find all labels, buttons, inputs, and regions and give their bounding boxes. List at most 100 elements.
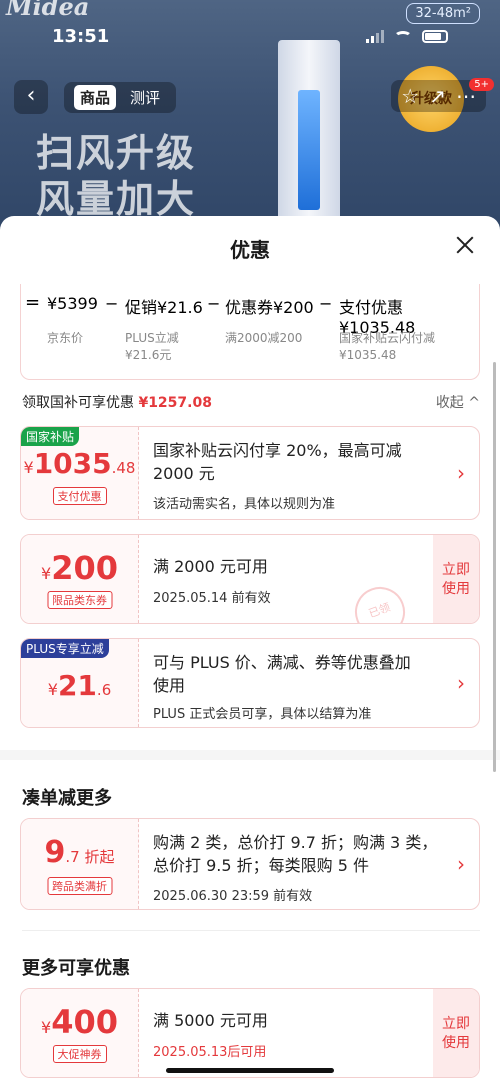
section-title-bundle: 凑单减更多: [22, 788, 112, 809]
coupon-desc: 可与 PLUS 价、满减、券等优惠叠加 使用: [153, 651, 411, 697]
area-badge: 32-48m²: [406, 3, 480, 24]
promo-sub-line-2: ¥21.6元: [125, 348, 172, 362]
close-icon[interactable]: [454, 234, 476, 256]
status-icons: [366, 30, 448, 43]
value-integer: 9: [44, 835, 66, 870]
coupon-amount: 优惠券¥200: [225, 298, 314, 317]
subsidy-amount: ¥1257.08: [138, 395, 212, 411]
coupon-desc-line-1: 可与 PLUS 价、满减、券等优惠叠加: [153, 653, 411, 672]
currency-symbol: ¥: [41, 1018, 52, 1037]
coupon-value-panel: ¥200 限品类东券: [21, 535, 139, 623]
coupon-value: ¥1035.48: [21, 447, 138, 480]
value-integer: 21: [57, 669, 97, 702]
coupon-value: 9.7 折起: [21, 835, 138, 870]
coupon-value-panel: ¥400 大促神券: [21, 989, 139, 1077]
coupon-desc-line-1: 购满 2 类，总价打 9.7 折；购满 3 类，: [153, 833, 438, 852]
coupon-desc-line-2: 使用: [153, 676, 186, 695]
use-now-button[interactable]: 立即 使用: [433, 989, 479, 1077]
chevron-right-icon[interactable]: ›: [457, 461, 465, 485]
discount-sheet: 优惠 = ¥5399 − 促销¥21.6 − 优惠券¥200 − 支付优惠¥10…: [0, 216, 500, 1083]
coupon-card-big-promo: ¥400 大促神券 满 5000 元可用 2025.05.13后可用 立即 使用: [20, 988, 480, 1078]
coupon-desc-line-2: 总价打 9.5 折；每类限购 5 件: [153, 856, 369, 875]
scrollbar[interactable]: [493, 362, 496, 772]
national-subsidy-tag: 国家补贴: [21, 427, 80, 446]
plus-tag: PLUS专享立减: [21, 639, 109, 658]
tab-product[interactable]: 商品: [74, 85, 117, 110]
coupon-card-cross-category[interactable]: 9.7 折起 跨品类满折 购满 2 类，总价打 9.7 折；购满 3 类， 总价…: [20, 818, 480, 910]
coupon-details: 满 5000 元可用 2025.05.13后可用: [153, 989, 419, 1077]
signal-icon: [366, 30, 384, 43]
promo-sub-line-1: PLUS立减: [125, 331, 179, 345]
home-indicator: [166, 1068, 334, 1073]
coupon-value-panel: 9.7 折起 跨品类满折: [21, 819, 139, 909]
sheet-title: 优惠: [230, 238, 270, 262]
use-now-line-2: 使用: [442, 581, 470, 597]
collapse-toggle[interactable]: 收起 ^: [436, 392, 480, 412]
coupon-card-plus-discount[interactable]: PLUS专享立减 ¥21.6 可与 PLUS 价、满减、券等优惠叠加 使用 PL…: [20, 638, 480, 728]
coupon-desc-line-1: 国家补贴云闪付享 20%，最高可减: [153, 441, 402, 460]
base-price-label: 京东价: [47, 331, 84, 345]
value-integer: 200: [51, 549, 118, 587]
sheet-header: 优惠: [0, 216, 500, 278]
coupon-sub-label: 满2000减200: [225, 331, 303, 345]
coupon-details: 可与 PLUS 价、满减、券等优惠叠加 使用 PLUS 正式会员可享，具体以结算…: [153, 639, 439, 727]
star-icon[interactable]: ☆: [401, 84, 419, 108]
use-now-button[interactable]: 立即 使用: [433, 535, 479, 623]
coupon-desc: 国家补贴云闪付享 20%，最高可减 2000 元: [153, 439, 402, 485]
section-separator: [22, 930, 480, 931]
product-slogan: 扫风升级 风量加大: [36, 130, 196, 222]
minus-sign: −: [207, 294, 221, 313]
coupon-note: PLUS 正式会员可享，具体以结算为准: [153, 707, 372, 722]
price-breakdown: = ¥5399 − 促销¥21.6 − 优惠券¥200 − 支付优惠¥1035.…: [20, 284, 480, 380]
status-time: 13:51: [52, 26, 110, 47]
share-icon[interactable]: ↗: [429, 84, 446, 108]
currency-symbol: ¥: [47, 680, 58, 699]
brand-logo: Midea: [6, 0, 90, 21]
back-button[interactable]: ‹: [14, 80, 48, 114]
coupon-details: 购满 2 类，总价打 9.7 折；购满 3 类， 总价打 9.5 折；每类限购 …: [153, 819, 439, 909]
coupon-type-label: 限品类东券: [47, 591, 112, 609]
coupon-expiry: 2025.06.30 23:59 前有效: [153, 889, 313, 904]
coupon-expiry: 2025.05.14 前有效: [153, 591, 271, 606]
chevron-left-icon: ‹: [26, 83, 36, 108]
pay-sub-line-2: ¥1035.48: [339, 348, 397, 362]
coupon-card-national-subsidy[interactable]: 国家补贴 ¥1035.48 支付优惠 国家补贴云闪付享 20%，最高可减 200…: [20, 426, 480, 520]
product-page-background: Midea 32-48m² 13:51 扫风升级 风量加大 升级款 ‹ 商品 测…: [0, 0, 500, 240]
chevron-right-icon[interactable]: ›: [457, 852, 465, 876]
coupon-type-label: 跨品类满折: [47, 877, 112, 895]
product-tabs: 商品 测评: [64, 82, 177, 113]
coupon-value-panel: PLUS专享立减 ¥21.6: [21, 639, 139, 727]
slogan-line-1: 扫风升级: [36, 131, 197, 175]
coupon-desc: 满 5000 元可用: [153, 1011, 268, 1030]
coupon-card-jd-coupon: ¥200 限品类东券 满 2000 元可用 2025.05.14 前有效 已领 …: [20, 534, 480, 624]
pay-sub-label: 国家补贴云闪付减 ¥1035.48: [339, 330, 435, 364]
promo-sub-label: PLUS立减 ¥21.6元: [125, 330, 179, 364]
coupon-details: 国家补贴云闪付享 20%，最高可减 2000 元 该活动需实名，具体以规则为准: [153, 427, 439, 519]
notification-badge: 5+: [469, 78, 494, 91]
coupon-note: 该活动需实名，具体以规则为准: [153, 497, 336, 512]
coupon-type-label: 支付优惠: [52, 487, 107, 505]
coupon-value: ¥21.6: [21, 669, 138, 702]
coupon-desc: 满 2000 元可用: [153, 557, 268, 576]
section-title-more: 更多可享优惠: [22, 958, 130, 979]
coupon-value: ¥400: [21, 1003, 138, 1041]
use-now-line-2: 使用: [442, 1035, 470, 1051]
minus-sign: −: [105, 294, 119, 313]
value-decimal: .48: [111, 459, 136, 477]
value-integer: 400: [51, 1003, 118, 1041]
subsidy-label: 领取国补可享优惠: [22, 395, 134, 411]
coupon-desc: 购满 2 类，总价打 9.7 折；购满 3 类， 总价打 9.5 折；每类限购 …: [153, 831, 437, 877]
product-image: [278, 40, 340, 230]
use-now-line-1: 立即: [442, 1016, 470, 1032]
subsidy-row: 领取国补可享优惠 ¥1257.08 收起 ^: [22, 392, 480, 416]
coupon-value: ¥200: [21, 549, 138, 587]
tab-review[interactable]: 测评: [124, 85, 166, 110]
wifi-icon: [394, 30, 412, 43]
chevron-right-icon[interactable]: ›: [457, 671, 465, 695]
value-decimal: .7 折起: [65, 848, 115, 866]
promo-amount: 促销¥21.6: [125, 298, 203, 317]
value-integer: 1035: [33, 447, 112, 480]
minus-sign: −: [319, 294, 333, 313]
value-decimal: .6: [96, 681, 112, 699]
coupon-value-panel: 国家补贴 ¥1035.48 支付优惠: [21, 427, 139, 519]
